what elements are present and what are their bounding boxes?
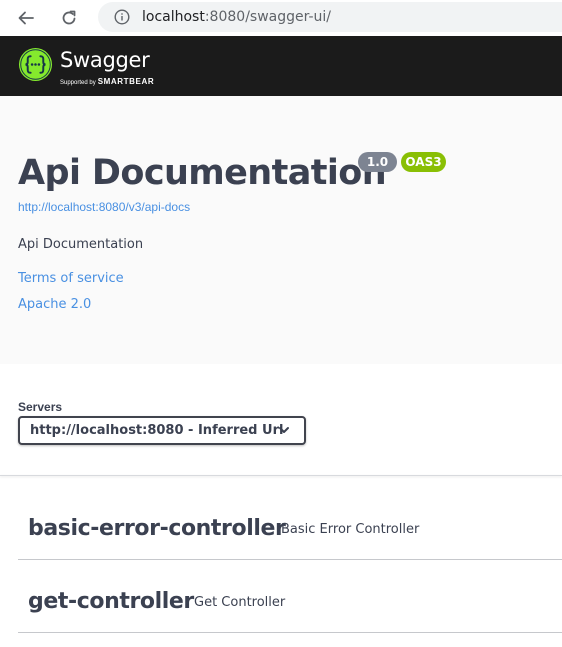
oas-badge: OAS3 [401,152,446,172]
info-section: Api Documentation 1.0 OAS3 http://localh… [0,96,562,364]
smartbear-brand: SMARTBEAR [97,77,155,86]
address-bar[interactable]: localhost:8080/swagger-ui/ [98,2,562,32]
servers-selected-value: http://localhost:8080 - Inferred Url [30,423,284,438]
swagger-topbar: Swagger Supported by SMARTBEAR [0,36,562,96]
api-description: Api Documentation [18,237,144,252]
swagger-braces-icon[interactable] [18,47,53,82]
back-button[interactable] [10,2,42,34]
reload-button[interactable] [53,2,85,34]
tag-name: basic-error-controller [28,516,286,541]
arrow-left-icon [18,11,34,25]
url-text: localhost:8080/swagger-ui/ [142,9,331,25]
terms-of-service-link[interactable]: Terms of service [18,271,124,286]
servers-label: Servers [18,400,63,414]
tag-name: get-controller [28,589,194,614]
tag-get-controller[interactable]: get-controller Get Controller [18,573,562,633]
section-divider [0,475,562,476]
tag-description: Basic Error Controller [281,522,420,537]
supported-by-text: Supported by [60,80,96,86]
url-path: :8080/swagger-ui/ [204,9,332,25]
url-host: localhost [142,9,205,25]
logo-text[interactable]: Swagger [60,48,150,72]
api-docs-link[interactable]: http://localhost:8080/v3/api-docs [18,200,190,214]
servers-select[interactable]: http://localhost:8080 - Inferred Url [18,416,306,445]
info-icon[interactable] [114,9,130,25]
browser-toolbar: localhost:8080/swagger-ui/ [0,0,562,36]
tag-description: Get Controller [194,595,286,610]
logo-tagline: Supported by SMARTBEAR [60,77,154,86]
version-badge: 1.0 [358,152,397,172]
reload-icon [62,10,76,25]
page-title: Api Documentation [18,153,387,193]
tag-basic-error-controller[interactable]: basic-error-controller Basic Error Contr… [18,500,562,560]
license-link[interactable]: Apache 2.0 [18,297,91,312]
chevron-down-icon [279,427,289,433]
